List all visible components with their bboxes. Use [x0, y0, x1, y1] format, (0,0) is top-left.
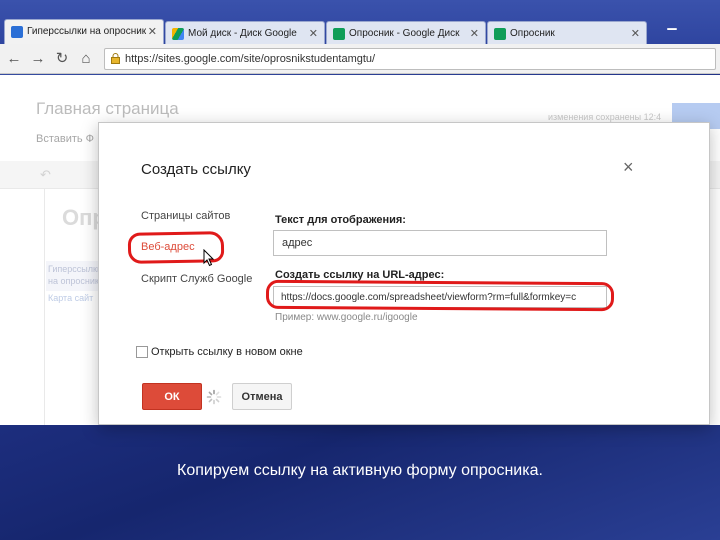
drive-icon [172, 28, 184, 40]
dialog-title: Создать ссылку [141, 161, 251, 178]
loading-spinner-icon [206, 389, 222, 405]
display-text-input[interactable]: адрес [273, 230, 607, 256]
create-link-dialog: Создать ссылку × Страницы сайтов Веб-адр… [98, 122, 710, 425]
slide-caption: Копируем ссылку на активную форму опросн… [177, 462, 543, 479]
nav-site-pages[interactable]: Страницы сайтов [141, 210, 230, 222]
sites-icon [11, 26, 23, 38]
close-tab-icon[interactable]: ✕ [631, 27, 640, 40]
sheets-icon [333, 28, 345, 40]
forward-arrow-icon[interactable]: → [28, 49, 48, 69]
tab-label: Опросник [510, 28, 555, 39]
new-window-checkbox[interactable] [136, 346, 148, 358]
ok-button[interactable]: ОК [142, 383, 202, 410]
tab-label: Опросник - Google Диск [349, 28, 460, 39]
browser-toolbar: ← → ↻ ⌂ https://sites.google.com/site/op… [0, 44, 720, 74]
reload-icon[interactable]: ↻ [52, 49, 72, 69]
close-icon[interactable]: × [623, 157, 634, 178]
mouse-cursor-icon [203, 249, 215, 267]
tab-hyperlinks[interactable]: Гиперссылки на опросник ✕ [4, 19, 164, 44]
close-tab-icon[interactable]: ✕ [309, 27, 318, 40]
lock-icon [111, 53, 120, 64]
url-text: https://sites.google.com/site/oprosnikst… [125, 53, 376, 65]
display-text-label: Текст для отображения: [275, 214, 406, 226]
address-bar[interactable]: https://sites.google.com/site/oprosnikst… [104, 48, 716, 70]
home-icon[interactable]: ⌂ [76, 49, 96, 69]
url-highlight [265, 279, 615, 312]
browser-tab-bar: Гиперссылки на опросник ✕ Мой диск - Дис… [0, 0, 720, 44]
back-arrow-icon[interactable]: ← [4, 49, 24, 69]
tab-drive[interactable]: Мой диск - Диск Google ✕ [165, 21, 325, 44]
tab-label: Гиперссылки на опросник [27, 26, 147, 37]
sheets-icon [494, 28, 506, 40]
close-tab-icon[interactable]: ✕ [470, 27, 479, 40]
tab-form[interactable]: Опросник ✕ [487, 21, 647, 44]
new-window-label: Открыть ссылку в новом окне [151, 346, 303, 358]
minimize-icon[interactable]: ▁ [650, 16, 694, 32]
nav-apps-script[interactable]: Скрипт Служб Google [141, 273, 252, 285]
tab-label: Мой диск - Диск Google [188, 28, 297, 39]
cancel-button[interactable]: Отмена [232, 383, 292, 410]
tab-drive-form[interactable]: Опросник - Google Диск ✕ [326, 21, 486, 44]
url-example: Пример: www.google.ru/igoogle [275, 312, 418, 323]
close-tab-icon[interactable]: ✕ [148, 25, 157, 38]
